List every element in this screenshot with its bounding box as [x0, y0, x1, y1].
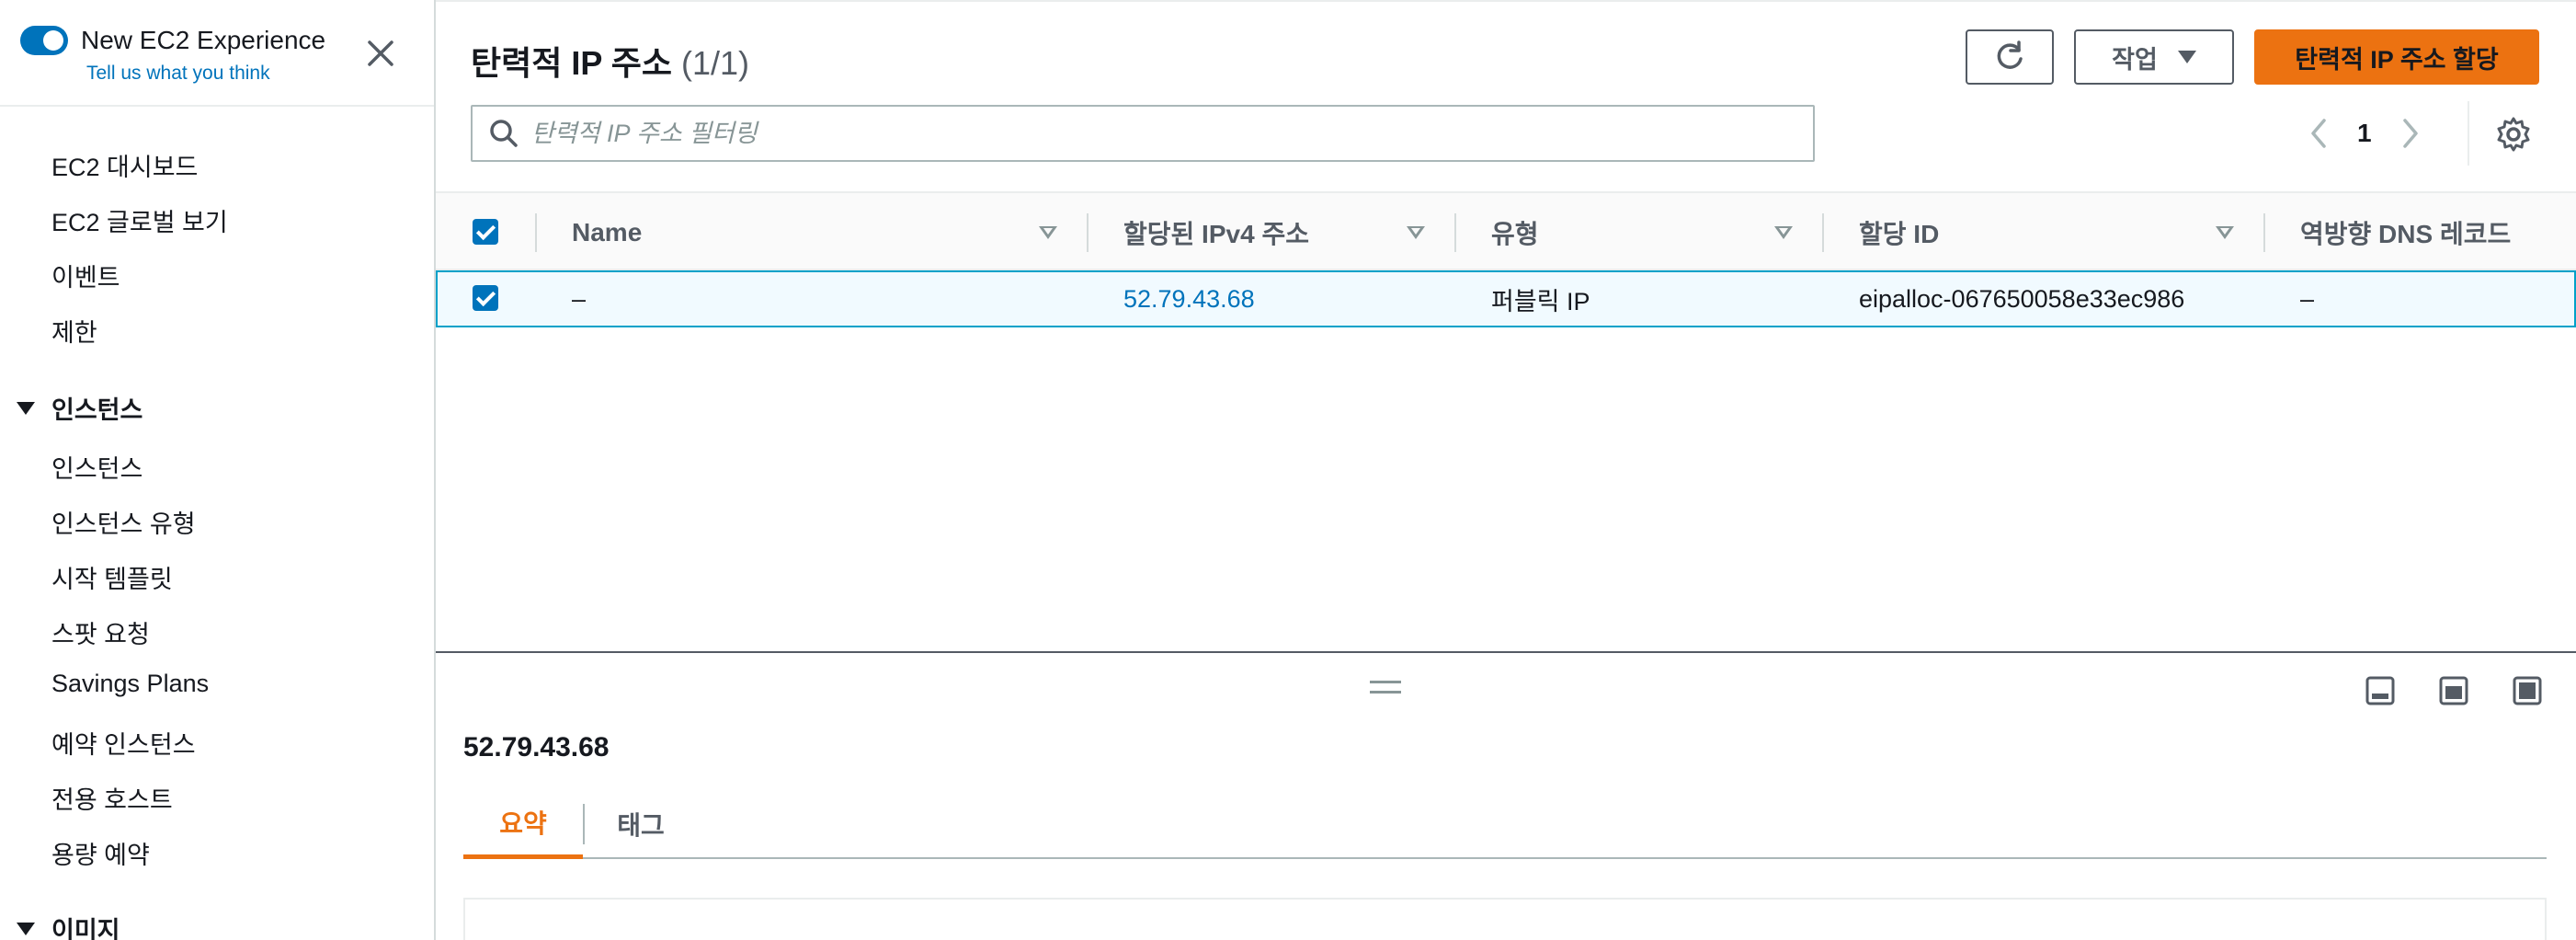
split-panel-drag-handle[interactable]	[1370, 681, 1401, 694]
panel-bottom-icon[interactable]	[2365, 675, 2396, 706]
pagination: 1	[2308, 105, 2422, 162]
new-experience-title: New EC2 Experience	[81, 26, 326, 54]
sidebar-item-ec2-global-view[interactable]: EC2 글로벌 보기	[51, 202, 228, 238]
cell-allocation-id: eipalloc-067650058e33ec986	[1859, 284, 2185, 313]
filter-input[interactable]	[531, 119, 1800, 148]
search-icon	[490, 120, 518, 147]
detail-title: 52.79.43.68	[463, 732, 610, 762]
new-experience-toggle[interactable]	[20, 26, 68, 55]
actions-label: 작업	[2112, 45, 2158, 74]
tab-summary[interactable]: 요약	[463, 789, 583, 859]
sidebar-item-limits[interactable]: 제한	[51, 313, 97, 349]
page-title: 탄력적 IP 주소 (1/1)	[471, 37, 749, 85]
panel-center-icon[interactable]	[2438, 675, 2469, 706]
sidebar-item-events[interactable]: 이벤트	[51, 258, 120, 293]
gear-icon[interactable]	[2495, 116, 2532, 153]
refresh-button[interactable]	[1966, 29, 2054, 85]
row-checkbox[interactable]	[473, 285, 498, 311]
panel-full-icon[interactable]	[2512, 675, 2543, 706]
column-divider	[2263, 213, 2265, 252]
table-row[interactable]: – 52.79.43.68 퍼블릭 IP eipalloc-067650058e…	[436, 270, 2576, 327]
sidebar-item-dedicated-hosts[interactable]: 전용 호스트	[51, 780, 173, 816]
sort-icon[interactable]	[1774, 226, 1793, 239]
column-header-ipv4[interactable]: 할당된 IPv4 주소	[1123, 193, 1309, 272]
filter-search-box[interactable]	[471, 105, 1815, 162]
elastic-ip-table-container: 탄력적 IP 주소 (1/1) 작업 탄력적 IP 주소 할당 탄력적 IP 주…	[436, 0, 2576, 653]
sidebar-section-label: 인스턴스	[51, 396, 143, 424]
app: New EC2 Experience Tell us what you thin…	[0, 0, 2576, 940]
sidebar-section-instances[interactable]: 인스턴스	[17, 390, 142, 426]
caret-down-icon	[17, 922, 35, 935]
sort-icon[interactable]	[1407, 226, 1425, 239]
column-divider	[1454, 213, 1456, 252]
chevron-right-icon[interactable]	[2399, 117, 2422, 150]
caret-down-icon	[17, 401, 35, 415]
selection-count: (1/1)	[680, 44, 750, 82]
sort-icon[interactable]	[2216, 226, 2234, 239]
pager-divider	[2468, 101, 2469, 166]
column-divider	[535, 213, 537, 252]
column-header-reverse-dns[interactable]: 역방향 DNS 레코드	[2300, 193, 2511, 272]
sidebar-item-spot-requests[interactable]: 스팟 요청	[51, 614, 150, 650]
tab-tags[interactable]: 태그	[585, 789, 697, 859]
sidebar-item-instances[interactable]: 인스턴스	[51, 449, 142, 485]
caret-down-icon	[2177, 51, 2196, 63]
column-header-type[interactable]: 유형	[1491, 193, 1539, 272]
cell-reverse-dns: –	[2300, 284, 2315, 313]
sort-icon[interactable]	[1039, 226, 1057, 239]
actions-dropdown-button[interactable]: 작업	[2074, 29, 2234, 85]
sidebar: New EC2 Experience Tell us what you thin…	[0, 0, 436, 940]
cell-ipv4-link[interactable]: 52.79.43.68	[1123, 272, 1255, 326]
sidebar-item-capacity-reservations[interactable]: 용량 예약	[51, 835, 150, 871]
chevron-left-icon[interactable]	[2308, 117, 2330, 150]
feedback-link[interactable]: Tell us what you think	[86, 63, 270, 85]
sidebar-section-images[interactable]: 이미지	[17, 911, 120, 940]
column-divider	[1822, 213, 1824, 252]
detail-content-box	[463, 898, 2547, 940]
sidebar-item-instance-types[interactable]: 인스턴스 유형	[51, 504, 196, 540]
sidebar-item-reserved-instances[interactable]: 예약 인스턴스	[51, 725, 196, 761]
table-header: Name 할당된 IPv4 주소 유형 할당 ID 역방향 DNS 레코드	[436, 191, 2576, 270]
page-title-text: 탄력적 IP 주소	[471, 44, 672, 82]
detail-tabs: 요약 태그	[463, 789, 2547, 859]
cell-type: 퍼블릭 IP	[1491, 287, 1590, 315]
sidebar-item-launch-templates[interactable]: 시작 템플릿	[51, 559, 173, 595]
column-header-allocation-id[interactable]: 할당 ID	[1859, 193, 1939, 272]
cell-name: –	[572, 284, 587, 313]
allocate-elastic-ip-button[interactable]: 탄력적 IP 주소 할당	[2254, 29, 2539, 85]
sidebar-header: New EC2 Experience Tell us what you thin…	[0, 0, 434, 107]
sidebar-item-ec2-dashboard[interactable]: EC2 대시보드	[51, 147, 198, 183]
split-panel: 52.79.43.68 요약 태그	[436, 651, 2576, 940]
sidebar-item-savings-plans[interactable]: Savings Plans	[51, 670, 209, 698]
sidebar-section-label: 이미지	[51, 917, 120, 940]
close-icon[interactable]	[364, 37, 397, 70]
page-number[interactable]: 1	[2357, 119, 2372, 148]
column-divider	[1087, 213, 1089, 252]
refresh-icon	[1997, 40, 2023, 69]
main-content: 탄력적 IP 주소 (1/1) 작업 탄력적 IP 주소 할당 탄력적 IP 주…	[436, 0, 2576, 940]
select-all-checkbox[interactable]	[473, 219, 498, 245]
column-header-name[interactable]: Name	[572, 193, 642, 272]
